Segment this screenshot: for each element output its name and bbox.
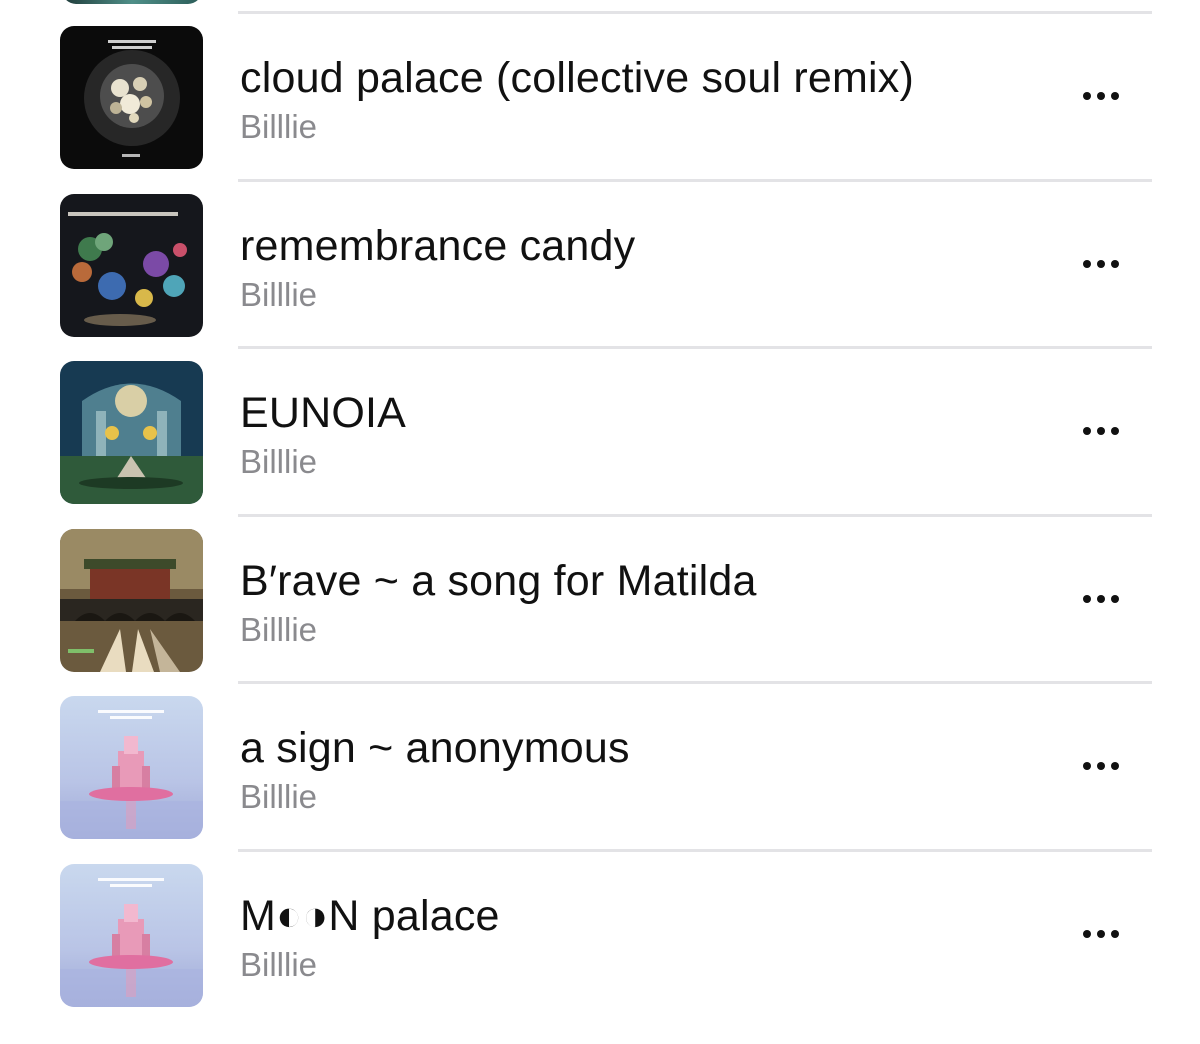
track-row[interactable]: EUNOIA Billlie: [0, 349, 1200, 517]
ellipsis-dot: [1097, 762, 1105, 770]
album-art-peek-icon: [62, 0, 202, 4]
ellipsis-icon: [1083, 92, 1091, 100]
track-artist: Billlie: [240, 443, 318, 480]
track-artist: Billlie: [240, 945, 318, 983]
more-options-button[interactable]: [1066, 409, 1136, 453]
ellipsis-dot: [1097, 259, 1105, 268]
more-options-button[interactable]: [1066, 912, 1136, 956]
track-row[interactable]: cloud palace (collective soul remix) Bil…: [0, 14, 1200, 182]
track-title: cloud palace (collective soul remix): [240, 54, 914, 102]
album-art-collective-soul-pink-icon: [60, 863, 203, 1007]
track-row[interactable]: remembrance candy Billlie: [0, 182, 1200, 349]
more-options-button[interactable]: [1066, 577, 1136, 621]
ellipsis-icon: [1083, 594, 1091, 603]
track-title: a sign ~ anonymous: [240, 724, 630, 772]
track-row[interactable]: B′rave ~ a song for Matilda Billlie: [0, 517, 1200, 684]
ellipsis-icon: [1083, 762, 1091, 770]
ellipsis-dot: [1097, 427, 1105, 435]
album-art-brave-icon: [60, 528, 203, 672]
track-artist: Billlie: [240, 108, 318, 145]
track-title: B′rave ~ a song for Matilda: [240, 556, 757, 605]
ellipsis-icon: [1083, 929, 1091, 938]
more-options-button[interactable]: [1066, 74, 1136, 118]
ellipsis-dot: [1097, 929, 1105, 938]
track-title: remembrance candy: [240, 221, 636, 270]
ellipsis-dot: [1111, 92, 1119, 100]
album-art-collective-soul-pink-icon: [60, 696, 203, 839]
album-art-eunoia-icon: [60, 361, 203, 504]
ellipsis-icon: [1083, 427, 1091, 435]
more-options-button[interactable]: [1066, 242, 1136, 286]
track-title: M◐◑N palace: [240, 891, 500, 940]
track-row[interactable]: M◐◑N palace Billlie: [0, 852, 1200, 1020]
previous-track-row-partial[interactable]: [0, 0, 1200, 14]
ellipsis-dot: [1111, 594, 1119, 603]
more-options-button[interactable]: [1066, 744, 1136, 788]
track-row[interactable]: a sign ~ anonymous Billlie: [0, 684, 1200, 852]
track-title: EUNOIA: [240, 389, 407, 437]
ellipsis-dot: [1097, 594, 1105, 603]
ellipsis-icon: [1083, 259, 1091, 268]
ellipsis-dot: [1111, 929, 1119, 938]
ellipsis-dot: [1111, 259, 1119, 268]
album-art-cloud-palace-icon: [60, 26, 203, 169]
track-artist: Billlie: [240, 610, 318, 648]
ellipsis-dot: [1111, 762, 1119, 770]
track-list-page: cloud palace (collective soul remix) Bil…: [0, 0, 1200, 1044]
track-artist: Billlie: [240, 275, 318, 313]
ellipsis-dot: [1111, 427, 1119, 435]
ellipsis-dot: [1097, 92, 1105, 100]
track-list: cloud palace (collective soul remix) Bil…: [0, 14, 1200, 1019]
track-artist: Billlie: [240, 778, 318, 815]
album-art-of-all-we-have-lost-icon: [60, 193, 203, 337]
